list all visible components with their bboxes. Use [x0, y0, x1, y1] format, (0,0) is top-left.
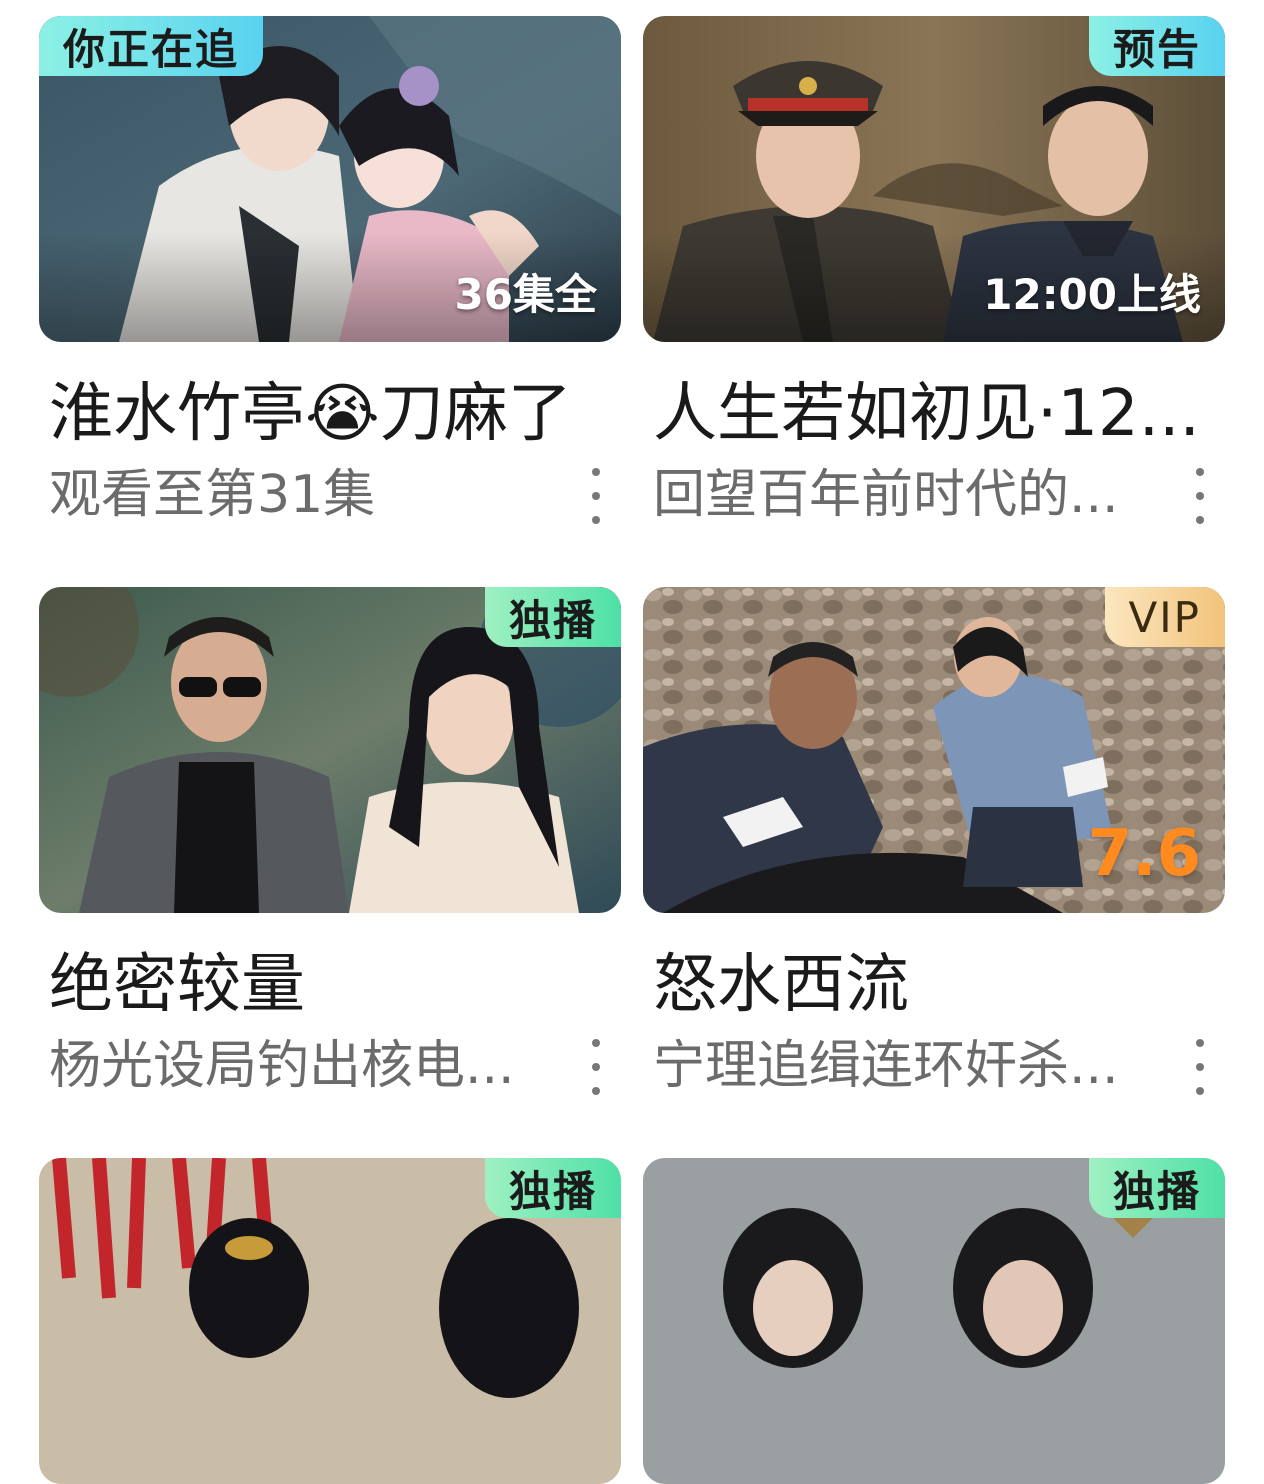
drama-subtitle: 观看至第31集: [49, 465, 376, 525]
more-options-icon[interactable]: [581, 1039, 611, 1095]
drama-thumbnail[interactable]: 独播: [39, 1158, 621, 1484]
drama-subtitle: 宁理追缉连环奸杀...: [653, 1036, 1119, 1096]
drama-thumbnail[interactable]: VIP 7.6: [643, 587, 1225, 913]
drama-thumbnail[interactable]: 你正在追 36集全: [39, 16, 621, 342]
drama-card[interactable]: 独播: [643, 1158, 1225, 1484]
exclusive-badge: 独播: [484, 1158, 621, 1218]
drama-title[interactable]: 人生若如初见·12...: [653, 374, 1213, 454]
exclusive-badge: 独播: [1088, 1158, 1225, 1218]
more-options-icon[interactable]: [1185, 1039, 1215, 1095]
drama-thumbnail[interactable]: 预告 12:00上线: [643, 16, 1225, 342]
drama-title[interactable]: 怒水西流: [653, 945, 1213, 1025]
rating-score: 7.6: [1087, 817, 1201, 891]
more-options-icon[interactable]: [1185, 468, 1215, 524]
drama-thumbnail[interactable]: 独播: [39, 587, 621, 913]
drama-card[interactable]: 你正在追 36集全 淮水竹亭😭刀麻了 观看至第31集: [39, 16, 621, 530]
vip-badge: VIP: [1104, 587, 1225, 647]
more-options-icon[interactable]: [581, 468, 611, 524]
drama-subtitle: 回望百年前时代的...: [653, 465, 1119, 525]
drama-card[interactable]: 独播: [39, 1158, 621, 1484]
exclusive-badge: 独播: [484, 587, 621, 647]
watching-badge: 你正在追: [39, 16, 264, 76]
drama-title[interactable]: 淮水竹亭😭刀麻了: [49, 374, 609, 454]
drama-card[interactable]: 预告 12:00上线 人生若如初见·12... 回望百年前时代的...: [643, 16, 1225, 530]
drama-thumbnail[interactable]: 独播: [643, 1158, 1225, 1484]
drama-title[interactable]: 绝密较量: [49, 945, 609, 1025]
drama-grid: 你正在追 36集全 淮水竹亭😭刀麻了 观看至第31集 预告 12:00上线 人生…: [0, 0, 1264, 1484]
release-time: 12:00上线: [983, 270, 1201, 319]
drama-card[interactable]: VIP 7.6 怒水西流 宁理追缉连环奸杀...: [643, 587, 1225, 1101]
trailer-badge: 预告: [1088, 16, 1225, 76]
drama-card[interactable]: 独播 绝密较量 杨光设局钓出核电...: [39, 587, 621, 1101]
drama-subtitle: 杨光设局钓出核电...: [49, 1036, 515, 1096]
episode-count: 36集全: [454, 270, 597, 319]
